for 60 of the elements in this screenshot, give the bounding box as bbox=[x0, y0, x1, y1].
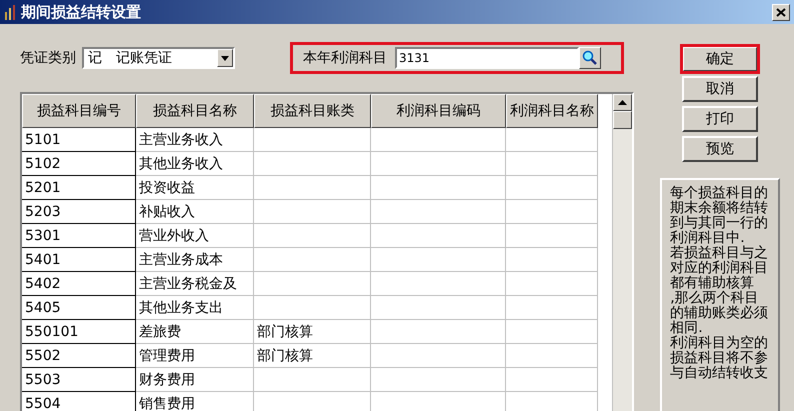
table-cell: 5504 bbox=[22, 392, 136, 411]
note-line: 期末余额将结转 bbox=[670, 201, 770, 216]
table-cell: 5401 bbox=[22, 248, 136, 272]
scroll-thumb[interactable] bbox=[613, 111, 632, 129]
table-cell: 550101 bbox=[22, 320, 136, 344]
table-cell: 其他业务收入 bbox=[136, 152, 254, 176]
close-icon[interactable] bbox=[776, 8, 786, 16]
note-line: 的辅助账类必须 bbox=[670, 306, 770, 321]
note-line: 若损益科目与之 bbox=[670, 246, 770, 261]
table-cell: 营业外收入 bbox=[136, 224, 254, 248]
table-cell: 主营业务成本 bbox=[136, 248, 254, 272]
table-cell: 5101 bbox=[22, 128, 136, 152]
table-cell: 销售费用 bbox=[136, 392, 254, 411]
action-button[interactable]: 取消 bbox=[682, 76, 758, 102]
column-header[interactable]: 损益科目名称 bbox=[136, 94, 254, 128]
table-cell: 管理费用 bbox=[136, 344, 254, 368]
note-line: 都有辅助核算 bbox=[670, 276, 756, 291]
table-cell: 5301 bbox=[22, 224, 136, 248]
table-cell: 5405 bbox=[22, 296, 136, 320]
table-cell: 补贴收入 bbox=[136, 200, 254, 224]
note-line: 到与其同一行的 bbox=[670, 216, 770, 231]
column-header[interactable]: 损益科目账类 bbox=[254, 94, 371, 128]
table-cell: 主营业务收入 bbox=[136, 128, 254, 152]
action-button[interactable]: 打印 bbox=[682, 106, 758, 132]
profit-account-field[interactable]: 3131 bbox=[395, 47, 579, 69]
window-title: 期间损益结转设置 bbox=[21, 2, 142, 22]
table-cell: 主营业务税金及 bbox=[136, 272, 254, 296]
up-arrow-icon[interactable] bbox=[618, 100, 628, 105]
voucher-type-dropdown[interactable]: 记 记账凭证 bbox=[82, 47, 235, 69]
table-cell: 5203 bbox=[22, 200, 136, 224]
action-button[interactable]: 确定 bbox=[682, 46, 758, 72]
note-line: 利润科目为空的 bbox=[670, 336, 770, 351]
table-cell: 部门核算 bbox=[254, 320, 371, 344]
table-cell: 5502 bbox=[22, 344, 136, 368]
note-line: 对应的利润科目 bbox=[670, 261, 770, 276]
table-cell: 其他业务支出 bbox=[136, 296, 254, 320]
table-cell: 投资收益 bbox=[136, 176, 254, 200]
scroll-up-button[interactable] bbox=[613, 94, 632, 111]
note-line: 利润科目中. bbox=[670, 231, 745, 246]
column-header[interactable]: 损益科目编号 bbox=[22, 94, 136, 128]
close-button[interactable] bbox=[772, 4, 790, 20]
table-cell: 财务费用 bbox=[136, 368, 254, 392]
note-line: ,那么两个科目 bbox=[670, 291, 760, 306]
table-cell: 差旅费 bbox=[136, 320, 254, 344]
table-cell: 部门核算 bbox=[254, 344, 371, 368]
note-line: 与自动结转收支 bbox=[670, 366, 770, 381]
field-label: 凭证类别 bbox=[20, 49, 76, 67]
table-cell: 5201 bbox=[22, 176, 136, 200]
table-cell: 5402 bbox=[22, 272, 136, 296]
field-label: 本年利润科目 bbox=[303, 49, 387, 67]
column-header[interactable]: 利润科目编码 bbox=[371, 94, 506, 128]
scroll-bar[interactable] bbox=[612, 94, 632, 411]
column-header[interactable]: 利润科目名称 bbox=[506, 94, 598, 128]
table-cell: 5102 bbox=[22, 152, 136, 176]
note-line: 损益科目将不参 bbox=[670, 351, 770, 366]
note-line: 每个损益科目的 bbox=[670, 186, 770, 201]
note-line: 相同. bbox=[670, 321, 703, 336]
action-button[interactable]: 预览 bbox=[682, 136, 758, 162]
chart-icon bbox=[4, 4, 18, 20]
table-cell: 5503 bbox=[22, 368, 136, 392]
